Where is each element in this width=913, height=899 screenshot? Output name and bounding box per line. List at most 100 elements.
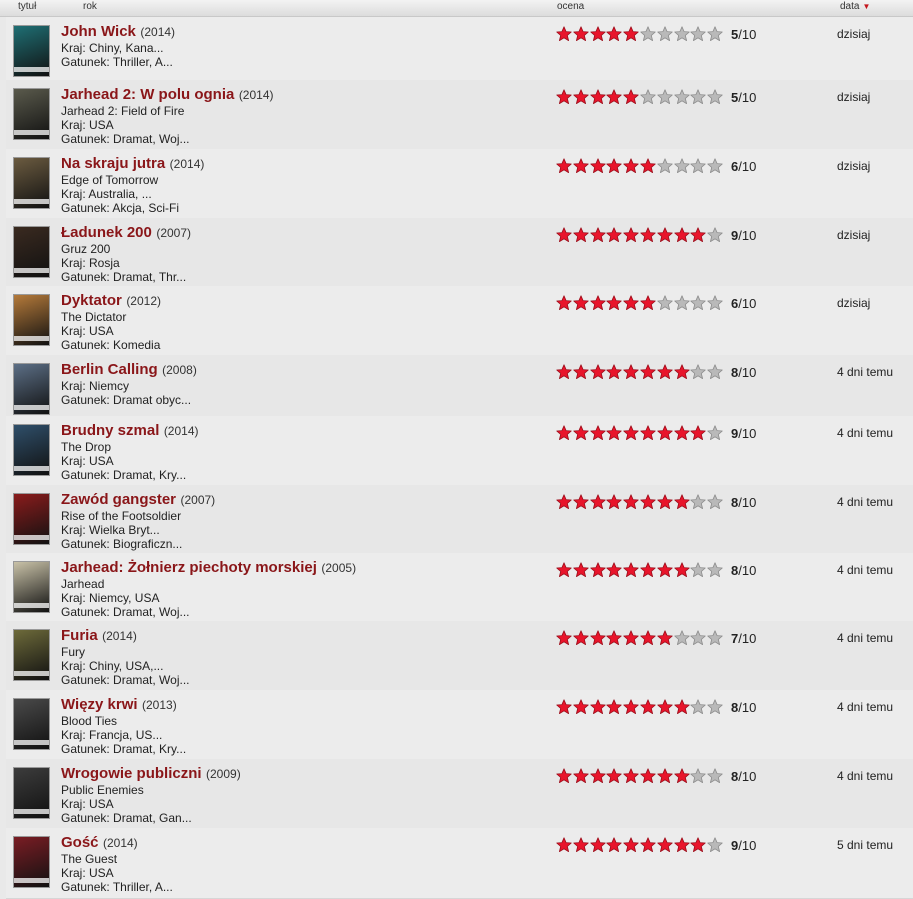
star-filled-icon[interactable] xyxy=(573,364,589,380)
star-filled-icon[interactable] xyxy=(657,494,673,510)
movie-title-link[interactable]: Jarhead 2: W polu ognia xyxy=(61,86,234,103)
star-empty-icon[interactable] xyxy=(673,158,690,174)
column-header-year[interactable]: rok xyxy=(83,1,97,12)
rating-stars[interactable] xyxy=(556,89,724,106)
star-filled-icon[interactable] xyxy=(606,89,623,105)
star-filled-icon[interactable] xyxy=(573,768,589,784)
rating-stars[interactable] xyxy=(556,768,724,785)
movie-poster[interactable] xyxy=(13,561,50,613)
star-empty-icon[interactable] xyxy=(657,295,673,311)
star-empty-icon[interactable] xyxy=(690,89,707,105)
star-filled-icon[interactable] xyxy=(657,837,673,853)
star-empty-icon[interactable] xyxy=(707,562,723,578)
star-filled-icon[interactable] xyxy=(589,364,606,380)
star-empty-icon[interactable] xyxy=(707,364,723,380)
star-empty-icon[interactable] xyxy=(640,26,656,42)
rating-stars[interactable] xyxy=(556,227,724,244)
star-empty-icon[interactable] xyxy=(690,26,707,42)
star-filled-icon[interactable] xyxy=(690,227,707,243)
rating-stars[interactable] xyxy=(556,837,724,854)
star-empty-icon[interactable] xyxy=(707,425,723,441)
movie-title-link[interactable]: Więzy krwi xyxy=(61,696,138,713)
star-filled-icon[interactable] xyxy=(623,699,639,715)
star-empty-icon[interactable] xyxy=(673,26,690,42)
star-filled-icon[interactable] xyxy=(556,295,572,311)
star-filled-icon[interactable] xyxy=(657,768,673,784)
star-filled-icon[interactable] xyxy=(573,89,589,105)
movie-title-link[interactable]: Ładunek 200 xyxy=(61,224,152,241)
rating-stars[interactable] xyxy=(556,699,724,716)
star-filled-icon[interactable] xyxy=(640,364,656,380)
movie-poster[interactable] xyxy=(13,363,50,415)
star-filled-icon[interactable] xyxy=(657,425,673,441)
star-empty-icon[interactable] xyxy=(707,295,723,311)
star-empty-icon[interactable] xyxy=(673,295,690,311)
star-filled-icon[interactable] xyxy=(556,562,572,578)
star-filled-icon[interactable] xyxy=(623,837,639,853)
star-filled-icon[interactable] xyxy=(589,158,606,174)
star-empty-icon[interactable] xyxy=(690,295,707,311)
star-filled-icon[interactable] xyxy=(606,699,623,715)
rating-stars[interactable] xyxy=(556,425,724,442)
star-filled-icon[interactable] xyxy=(556,425,572,441)
rating-stars[interactable] xyxy=(556,562,724,579)
star-empty-icon[interactable] xyxy=(707,768,723,784)
star-empty-icon[interactable] xyxy=(690,562,707,578)
star-filled-icon[interactable] xyxy=(673,562,690,578)
star-filled-icon[interactable] xyxy=(556,494,572,510)
star-empty-icon[interactable] xyxy=(657,158,673,174)
star-filled-icon[interactable] xyxy=(623,768,639,784)
rating-stars[interactable] xyxy=(556,364,724,381)
column-header-date[interactable]: data ▼ xyxy=(840,1,870,12)
star-filled-icon[interactable] xyxy=(623,630,639,646)
star-empty-icon[interactable] xyxy=(707,630,723,646)
star-filled-icon[interactable] xyxy=(673,699,690,715)
star-filled-icon[interactable] xyxy=(556,699,572,715)
star-filled-icon[interactable] xyxy=(606,562,623,578)
star-filled-icon[interactable] xyxy=(573,494,589,510)
star-empty-icon[interactable] xyxy=(673,89,690,105)
star-filled-icon[interactable] xyxy=(589,425,606,441)
star-filled-icon[interactable] xyxy=(573,837,589,853)
star-empty-icon[interactable] xyxy=(690,699,707,715)
star-empty-icon[interactable] xyxy=(690,158,707,174)
movie-poster[interactable] xyxy=(13,88,50,140)
movie-poster[interactable] xyxy=(13,226,50,278)
star-filled-icon[interactable] xyxy=(589,26,606,42)
star-filled-icon[interactable] xyxy=(623,494,639,510)
movie-poster[interactable] xyxy=(13,698,50,750)
star-empty-icon[interactable] xyxy=(690,630,707,646)
star-filled-icon[interactable] xyxy=(556,837,572,853)
star-filled-icon[interactable] xyxy=(690,425,707,441)
star-empty-icon[interactable] xyxy=(640,89,656,105)
star-empty-icon[interactable] xyxy=(690,768,707,784)
star-empty-icon[interactable] xyxy=(707,699,723,715)
star-empty-icon[interactable] xyxy=(707,227,723,243)
movie-poster[interactable] xyxy=(13,629,50,681)
star-filled-icon[interactable] xyxy=(640,494,656,510)
movie-title-link[interactable]: Na skraju jutra xyxy=(61,155,165,172)
star-filled-icon[interactable] xyxy=(640,425,656,441)
star-empty-icon[interactable] xyxy=(707,158,723,174)
movie-title-link[interactable]: Wrogowie publiczni xyxy=(61,765,202,782)
star-filled-icon[interactable] xyxy=(556,364,572,380)
star-filled-icon[interactable] xyxy=(657,699,673,715)
star-filled-icon[interactable] xyxy=(573,227,589,243)
star-filled-icon[interactable] xyxy=(640,768,656,784)
star-filled-icon[interactable] xyxy=(573,26,589,42)
star-filled-icon[interactable] xyxy=(589,768,606,784)
star-filled-icon[interactable] xyxy=(623,425,639,441)
movie-title-link[interactable]: Berlin Calling xyxy=(61,361,158,378)
movie-poster[interactable] xyxy=(13,424,50,476)
star-filled-icon[interactable] xyxy=(640,630,656,646)
star-filled-icon[interactable] xyxy=(623,158,639,174)
star-filled-icon[interactable] xyxy=(606,425,623,441)
movie-title-link[interactable]: Zawód gangster xyxy=(61,491,176,508)
star-filled-icon[interactable] xyxy=(657,630,673,646)
star-filled-icon[interactable] xyxy=(589,837,606,853)
rating-stars[interactable] xyxy=(556,158,724,175)
star-empty-icon[interactable] xyxy=(690,364,707,380)
movie-title-link[interactable]: Gość xyxy=(61,834,99,851)
star-filled-icon[interactable] xyxy=(573,295,589,311)
rating-stars[interactable] xyxy=(556,630,724,647)
